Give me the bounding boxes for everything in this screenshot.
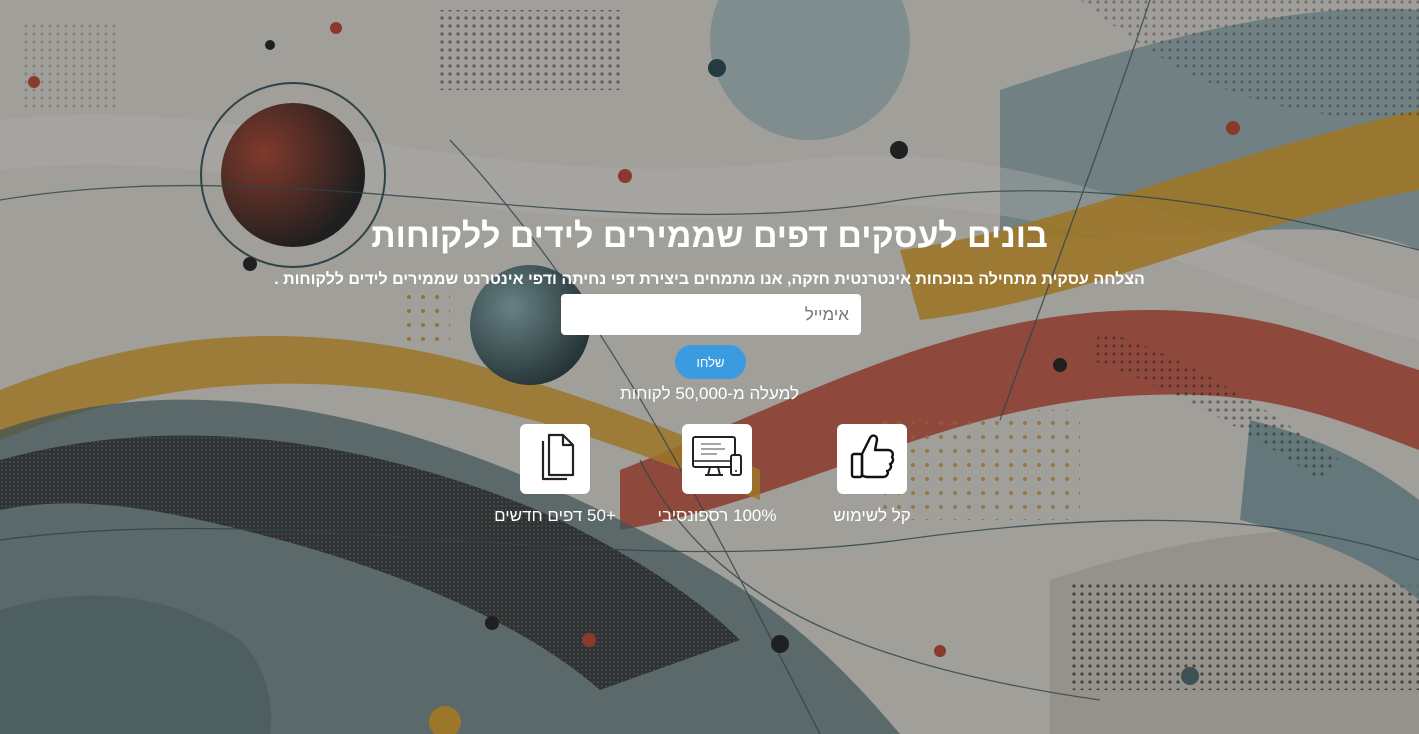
customers-count: למעלה מ-50,000 לקוחות: [620, 384, 799, 403]
feature-icon-box: [520, 424, 590, 494]
feature-label: קל לשימוש: [833, 506, 911, 525]
hero-section: בונים לעסקים דפים שממירים לידים ללקוחות …: [0, 0, 1419, 734]
feature-label: +50 דפים חדשים: [494, 506, 616, 525]
hero-subtitle: הצלחה עסקית מתחילה בנוכחות אינטרנטית חזק…: [274, 271, 1145, 288]
thumbs-up-icon: [848, 432, 896, 487]
email-input[interactable]: [561, 294, 861, 335]
responsive-devices-icon: [691, 435, 743, 484]
feature-icon-box: [682, 424, 752, 494]
feature-easy-to-use: קל לשימוש: [797, 424, 947, 526]
hero-title: בונים לעסקים דפים שממירים לידים ללקוחות: [371, 217, 1048, 255]
feature-responsive: 100% רספונסיבי: [642, 424, 792, 526]
feature-label: 100% רספונסיבי: [657, 506, 777, 525]
feature-icon-box: [837, 424, 907, 494]
documents-icon: [533, 431, 577, 488]
send-button[interactable]: שלחו: [675, 345, 746, 379]
feature-new-pages: +50 דפים חדשים: [480, 424, 630, 526]
